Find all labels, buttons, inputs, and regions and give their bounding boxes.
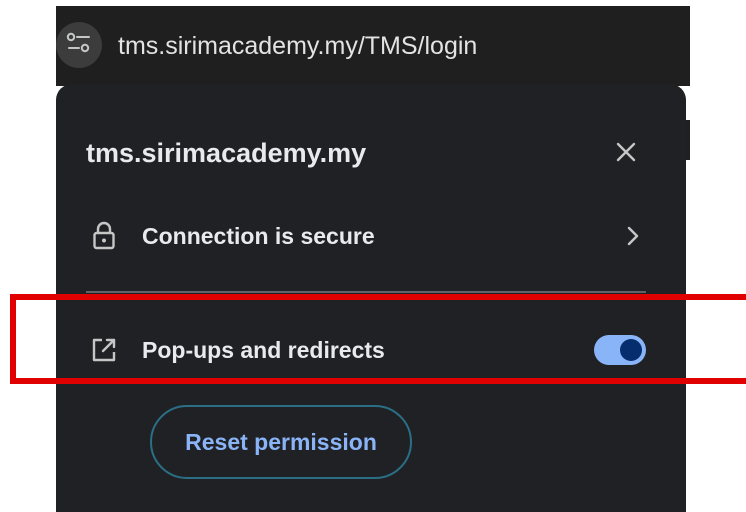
chevron-right-icon xyxy=(618,221,648,251)
screenshot-canvas: tms.sirimacademy.my/TMS/login tms.sirima… xyxy=(0,0,746,512)
connection-security-label: Connection is secure xyxy=(142,222,375,249)
tune-icon xyxy=(66,32,92,59)
background-page-mark xyxy=(686,120,690,160)
close-icon xyxy=(615,141,637,168)
url-text[interactable]: tms.sirimacademy.my/TMS/login xyxy=(118,30,477,62)
popups-redirects-toggle[interactable] xyxy=(594,335,646,365)
open-in-new-icon xyxy=(86,332,122,368)
divider xyxy=(86,291,646,293)
connection-security-row[interactable]: Connection is secure xyxy=(86,212,648,260)
reset-permission-button[interactable]: Reset permission xyxy=(150,405,412,479)
close-button[interactable] xyxy=(608,136,644,172)
toggle-knob xyxy=(620,339,642,361)
popups-redirects-label: Pop-ups and redirects xyxy=(142,336,385,363)
popup-title: tms.sirimacademy.my xyxy=(86,138,367,168)
background-page xyxy=(686,86,746,512)
lock-icon xyxy=(86,218,122,254)
popups-redirects-row: Pop-ups and redirects xyxy=(86,326,648,374)
site-settings-button[interactable] xyxy=(56,22,102,68)
